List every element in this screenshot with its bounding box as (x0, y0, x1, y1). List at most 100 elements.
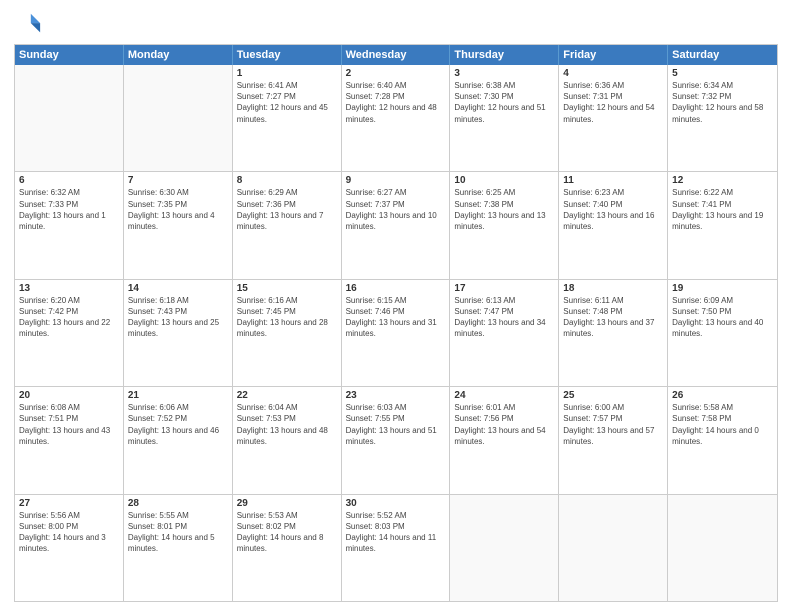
calendar-cell: 20Sunrise: 6:08 AMSunset: 7:51 PMDayligh… (15, 387, 124, 493)
day-info: Sunrise: 6:08 AMSunset: 7:51 PMDaylight:… (19, 402, 119, 447)
calendar-cell: 26Sunrise: 5:58 AMSunset: 7:58 PMDayligh… (668, 387, 777, 493)
calendar-cell: 22Sunrise: 6:04 AMSunset: 7:53 PMDayligh… (233, 387, 342, 493)
day-info: Sunrise: 6:30 AMSunset: 7:35 PMDaylight:… (128, 187, 228, 232)
day-info: Sunrise: 6:01 AMSunset: 7:56 PMDaylight:… (454, 402, 554, 447)
calendar-cell (559, 495, 668, 601)
calendar-cell: 10Sunrise: 6:25 AMSunset: 7:38 PMDayligh… (450, 172, 559, 278)
day-number: 18 (563, 283, 663, 294)
day-number: 17 (454, 283, 554, 294)
calendar-cell: 27Sunrise: 5:56 AMSunset: 8:00 PMDayligh… (15, 495, 124, 601)
day-info: Sunrise: 6:38 AMSunset: 7:30 PMDaylight:… (454, 80, 554, 125)
day-info: Sunrise: 6:11 AMSunset: 7:48 PMDaylight:… (563, 295, 663, 340)
calendar-cell: 4Sunrise: 6:36 AMSunset: 7:31 PMDaylight… (559, 65, 668, 171)
day-header-saturday: Saturday (668, 45, 777, 65)
calendar-week-4: 20Sunrise: 6:08 AMSunset: 7:51 PMDayligh… (15, 386, 777, 493)
day-number: 22 (237, 390, 337, 401)
day-number: 26 (672, 390, 773, 401)
day-number: 7 (128, 175, 228, 186)
day-info: Sunrise: 6:20 AMSunset: 7:42 PMDaylight:… (19, 295, 119, 340)
day-info: Sunrise: 6:27 AMSunset: 7:37 PMDaylight:… (346, 187, 446, 232)
day-info: Sunrise: 6:06 AMSunset: 7:52 PMDaylight:… (128, 402, 228, 447)
day-info: Sunrise: 6:03 AMSunset: 7:55 PMDaylight:… (346, 402, 446, 447)
day-header-sunday: Sunday (15, 45, 124, 65)
day-info: Sunrise: 6:23 AMSunset: 7:40 PMDaylight:… (563, 187, 663, 232)
calendar-cell: 2Sunrise: 6:40 AMSunset: 7:28 PMDaylight… (342, 65, 451, 171)
day-number: 2 (346, 68, 446, 79)
day-info: Sunrise: 6:40 AMSunset: 7:28 PMDaylight:… (346, 80, 446, 125)
day-info: Sunrise: 6:32 AMSunset: 7:33 PMDaylight:… (19, 187, 119, 232)
calendar-cell: 12Sunrise: 6:22 AMSunset: 7:41 PMDayligh… (668, 172, 777, 278)
calendar-cell: 16Sunrise: 6:15 AMSunset: 7:46 PMDayligh… (342, 280, 451, 386)
calendar-cell: 13Sunrise: 6:20 AMSunset: 7:42 PMDayligh… (15, 280, 124, 386)
day-number: 15 (237, 283, 337, 294)
day-number: 6 (19, 175, 119, 186)
day-info: Sunrise: 6:15 AMSunset: 7:46 PMDaylight:… (346, 295, 446, 340)
calendar-cell: 15Sunrise: 6:16 AMSunset: 7:45 PMDayligh… (233, 280, 342, 386)
day-info: Sunrise: 6:04 AMSunset: 7:53 PMDaylight:… (237, 402, 337, 447)
day-number: 12 (672, 175, 773, 186)
day-info: Sunrise: 5:55 AMSunset: 8:01 PMDaylight:… (128, 510, 228, 555)
calendar-week-5: 27Sunrise: 5:56 AMSunset: 8:00 PMDayligh… (15, 494, 777, 601)
day-number: 28 (128, 498, 228, 509)
day-info: Sunrise: 6:29 AMSunset: 7:36 PMDaylight:… (237, 187, 337, 232)
day-info: Sunrise: 6:09 AMSunset: 7:50 PMDaylight:… (672, 295, 773, 340)
calendar-cell: 30Sunrise: 5:52 AMSunset: 8:03 PMDayligh… (342, 495, 451, 601)
page: SundayMondayTuesdayWednesdayThursdayFrid… (0, 0, 792, 612)
calendar-cell: 25Sunrise: 6:00 AMSunset: 7:57 PMDayligh… (559, 387, 668, 493)
day-info: Sunrise: 6:16 AMSunset: 7:45 PMDaylight:… (237, 295, 337, 340)
day-header-thursday: Thursday (450, 45, 559, 65)
logo (14, 10, 46, 38)
calendar-cell: 5Sunrise: 6:34 AMSunset: 7:32 PMDaylight… (668, 65, 777, 171)
day-number: 4 (563, 68, 663, 79)
day-header-friday: Friday (559, 45, 668, 65)
calendar-cell: 21Sunrise: 6:06 AMSunset: 7:52 PMDayligh… (124, 387, 233, 493)
day-info: Sunrise: 5:53 AMSunset: 8:02 PMDaylight:… (237, 510, 337, 555)
calendar-cell (15, 65, 124, 171)
calendar-cell: 6Sunrise: 6:32 AMSunset: 7:33 PMDaylight… (15, 172, 124, 278)
day-header-tuesday: Tuesday (233, 45, 342, 65)
calendar-cell: 3Sunrise: 6:38 AMSunset: 7:30 PMDaylight… (450, 65, 559, 171)
day-number: 19 (672, 283, 773, 294)
day-number: 5 (672, 68, 773, 79)
day-number: 8 (237, 175, 337, 186)
calendar-cell: 28Sunrise: 5:55 AMSunset: 8:01 PMDayligh… (124, 495, 233, 601)
calendar-week-2: 6Sunrise: 6:32 AMSunset: 7:33 PMDaylight… (15, 171, 777, 278)
calendar-cell: 9Sunrise: 6:27 AMSunset: 7:37 PMDaylight… (342, 172, 451, 278)
day-number: 3 (454, 68, 554, 79)
day-info: Sunrise: 6:41 AMSunset: 7:27 PMDaylight:… (237, 80, 337, 125)
day-info: Sunrise: 6:13 AMSunset: 7:47 PMDaylight:… (454, 295, 554, 340)
calendar-cell: 17Sunrise: 6:13 AMSunset: 7:47 PMDayligh… (450, 280, 559, 386)
calendar-cell (450, 495, 559, 601)
calendar-cell: 7Sunrise: 6:30 AMSunset: 7:35 PMDaylight… (124, 172, 233, 278)
day-info: Sunrise: 6:18 AMSunset: 7:43 PMDaylight:… (128, 295, 228, 340)
calendar: SundayMondayTuesdayWednesdayThursdayFrid… (14, 44, 778, 602)
day-number: 10 (454, 175, 554, 186)
calendar-cell: 18Sunrise: 6:11 AMSunset: 7:48 PMDayligh… (559, 280, 668, 386)
day-number: 30 (346, 498, 446, 509)
day-number: 25 (563, 390, 663, 401)
calendar-cell: 19Sunrise: 6:09 AMSunset: 7:50 PMDayligh… (668, 280, 777, 386)
day-header-monday: Monday (124, 45, 233, 65)
header (14, 10, 778, 38)
day-number: 1 (237, 68, 337, 79)
day-info: Sunrise: 5:52 AMSunset: 8:03 PMDaylight:… (346, 510, 446, 555)
day-number: 29 (237, 498, 337, 509)
day-info: Sunrise: 5:58 AMSunset: 7:58 PMDaylight:… (672, 402, 773, 447)
day-number: 14 (128, 283, 228, 294)
day-number: 13 (19, 283, 119, 294)
calendar-cell: 23Sunrise: 6:03 AMSunset: 7:55 PMDayligh… (342, 387, 451, 493)
day-info: Sunrise: 6:22 AMSunset: 7:41 PMDaylight:… (672, 187, 773, 232)
day-number: 9 (346, 175, 446, 186)
day-info: Sunrise: 5:56 AMSunset: 8:00 PMDaylight:… (19, 510, 119, 555)
day-number: 21 (128, 390, 228, 401)
day-number: 27 (19, 498, 119, 509)
day-info: Sunrise: 6:34 AMSunset: 7:32 PMDaylight:… (672, 80, 773, 125)
day-info: Sunrise: 6:25 AMSunset: 7:38 PMDaylight:… (454, 187, 554, 232)
calendar-week-3: 13Sunrise: 6:20 AMSunset: 7:42 PMDayligh… (15, 279, 777, 386)
day-number: 11 (563, 175, 663, 186)
calendar-body: 1Sunrise: 6:41 AMSunset: 7:27 PMDaylight… (15, 65, 777, 601)
calendar-cell: 1Sunrise: 6:41 AMSunset: 7:27 PMDaylight… (233, 65, 342, 171)
calendar-week-1: 1Sunrise: 6:41 AMSunset: 7:27 PMDaylight… (15, 65, 777, 171)
day-number: 24 (454, 390, 554, 401)
calendar-header: SundayMondayTuesdayWednesdayThursdayFrid… (15, 45, 777, 65)
